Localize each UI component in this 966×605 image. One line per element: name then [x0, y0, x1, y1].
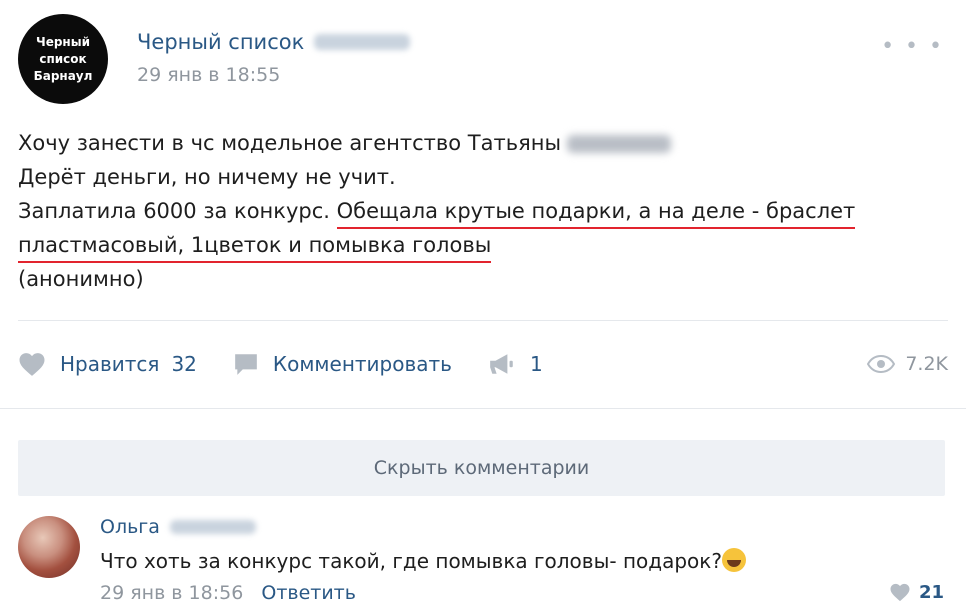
post-line-text: Хочу занести в чс модельное агентство Та… [18, 131, 562, 155]
eye-icon [867, 355, 896, 373]
post-date[interactable]: 29 янв в 18:55 [137, 64, 280, 86]
comment-like-button[interactable]: 21 [889, 582, 944, 603]
blurred-surname [567, 135, 672, 153]
blurred-commenter-surname [169, 520, 256, 534]
joy-emoji-icon [721, 548, 746, 572]
divider [18, 320, 948, 321]
comment-author-link[interactable]: Ольга [100, 516, 160, 538]
post-author-line: Черный список [137, 30, 411, 54]
post-actions: Нравится 32 Комментировать 1 7.2K [18, 344, 948, 384]
like-button[interactable]: Нравится 32 [18, 352, 197, 377]
like-label: Нравится [60, 352, 160, 376]
avatar-text-line: Черный [36, 34, 90, 49]
heart-icon [19, 352, 45, 376]
heart-icon [890, 583, 910, 602]
megaphone-icon [490, 354, 513, 374]
comment-text-content: Что хоть за конкурс такой, где помывка г… [100, 549, 722, 573]
comment-like-count: 21 [918, 582, 944, 603]
post-text: Хочу занести в чс модельное агентство Та… [18, 126, 948, 296]
post-line-text: Заплатила 6000 за конкурс. [18, 199, 337, 223]
comment-text: Что хоть за конкурс такой, где помывка г… [100, 548, 746, 573]
share-button[interactable]: 1 [488, 352, 543, 376]
more-dots-icon[interactable]: • • • [881, 34, 944, 59]
comment-meta: 29 янв в 18:56 Ответить [100, 582, 356, 604]
post-author-link[interactable]: Черный список [137, 30, 304, 54]
comment-button[interactable]: Комментировать [233, 351, 452, 377]
views-counter: 7.2K [867, 353, 948, 375]
post-line: Заплатила 6000 за конкурс. Обещала круты… [18, 194, 948, 229]
reply-button[interactable]: Ответить [261, 582, 356, 604]
underlined-text: пластмасовый, 1цветок и помывка головы [18, 233, 492, 263]
avatar-text-line: Барнаул [33, 68, 93, 83]
post-line: (анонимно) [18, 267, 144, 291]
post-line: Дерёт деньги, но ничему не учит. [18, 165, 396, 189]
community-avatar[interactable]: Черный список Барнаул [18, 14, 108, 104]
underlined-text: Обещала крутые подарки, а на деле - брас… [336, 199, 856, 229]
avatar-text-line: список [39, 51, 87, 66]
comment-date[interactable]: 29 янв в 18:56 [100, 582, 243, 604]
hide-comments-button[interactable]: Скрыть комментарии [18, 440, 945, 496]
views-count: 7.2K [905, 353, 948, 375]
like-count: 32 [171, 352, 197, 376]
blurred-author-suffix [314, 34, 411, 50]
comment-label: Комментировать [272, 352, 452, 376]
share-count: 1 [529, 352, 543, 376]
post-line: пластмасовый, 1цветок и помывка головы [18, 228, 948, 263]
comment-bubble-icon [235, 354, 257, 375]
comment-author-line: Ольга [100, 516, 256, 538]
divider [0, 408, 966, 409]
post-line: Хочу занести в чс модельное агентство Та… [18, 126, 948, 160]
commenter-avatar[interactable] [18, 516, 80, 578]
